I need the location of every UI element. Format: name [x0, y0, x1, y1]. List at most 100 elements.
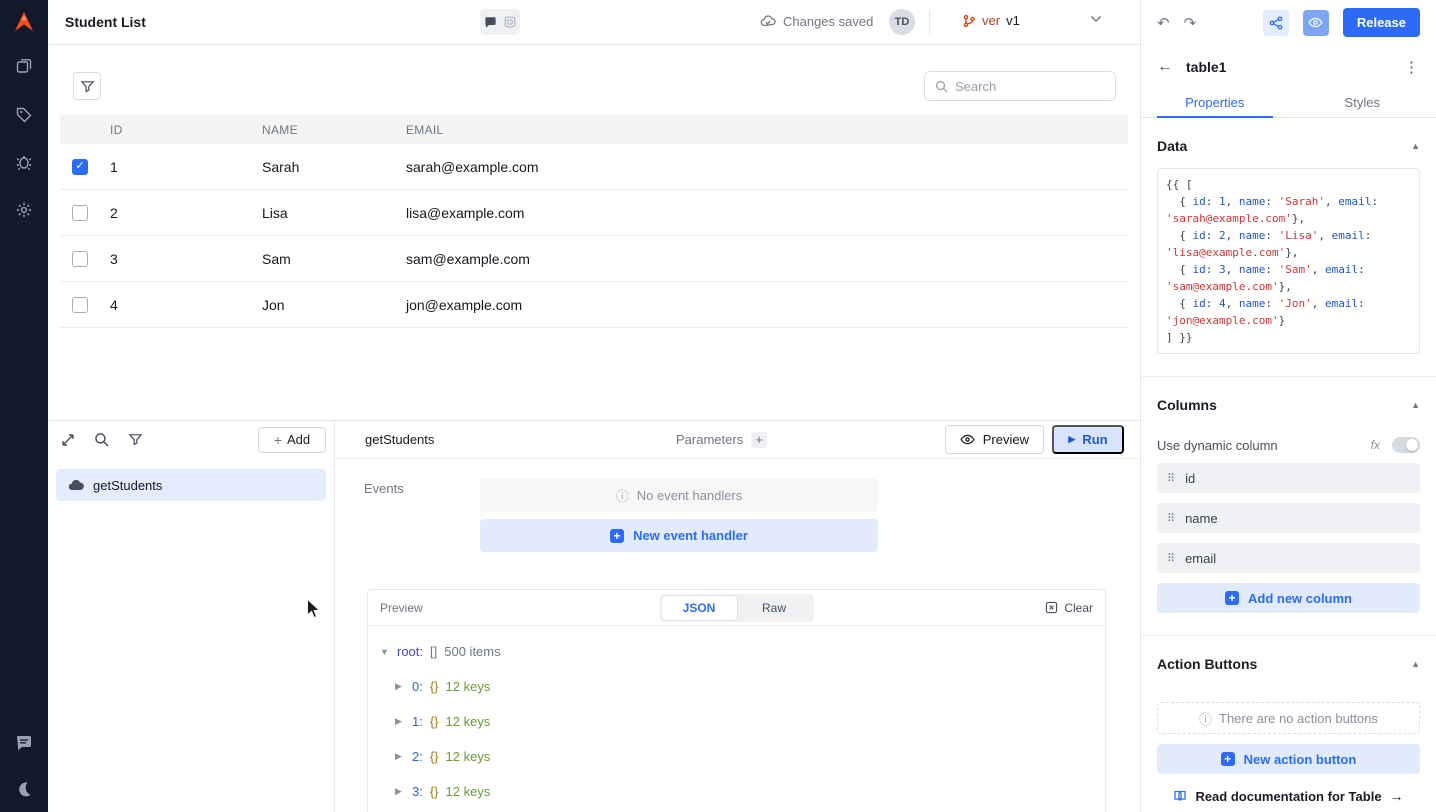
eye-icon: [960, 434, 975, 445]
actions-section-header[interactable]: Action Buttons ▲: [1157, 656, 1420, 672]
tree-node-count: 12 keys: [446, 784, 491, 799]
theme-moon-icon[interactable]: [15, 780, 33, 798]
user-avatar[interactable]: TD: [889, 9, 915, 35]
column-item[interactable]: ⠿ name: [1157, 503, 1420, 533]
column-item[interactable]: ⠿ email: [1157, 543, 1420, 573]
add-query-button[interactable]: + Add: [258, 427, 326, 453]
column-header-name[interactable]: NAME: [262, 123, 406, 137]
deploy-preview-button[interactable]: [1303, 10, 1329, 36]
table-filter-button[interactable]: [73, 72, 101, 100]
table-data-code-editor[interactable]: {{ [ { id: 1, name: 'Sarah', email:'sara…: [1157, 168, 1420, 354]
json-tree: ▼ root: [] 500 items ▶ 0: {}: [368, 626, 1105, 809]
undo-icon[interactable]: ↶: [1157, 14, 1170, 32]
version-selector[interactable]: ver v1: [962, 13, 1020, 28]
cell-email: jon@example.com: [406, 297, 1128, 313]
dynamic-column-toggle[interactable]: [1392, 437, 1420, 453]
add-parameter-button[interactable]: +: [751, 432, 767, 448]
new-action-button[interactable]: + New action button: [1157, 744, 1420, 774]
edit-mode-icon[interactable]: [504, 16, 516, 28]
json-tree-root[interactable]: ▼ root: [] 500 items: [380, 634, 1093, 669]
preview-button[interactable]: Preview: [945, 425, 1044, 454]
release-button[interactable]: Release: [1343, 8, 1420, 37]
events-label: Events: [364, 481, 404, 496]
collapse-icon[interactable]: ▲: [1411, 141, 1420, 151]
tree-open-icon[interactable]: ▼: [380, 647, 390, 657]
tree-closed-icon[interactable]: ▶: [395, 716, 405, 727]
add-new-column-button[interactable]: + Add new column: [1157, 583, 1420, 613]
help-chat-icon[interactable]: [15, 734, 33, 752]
tree-closed-icon[interactable]: ▶: [395, 681, 405, 692]
column-item[interactable]: ⠿ id: [1157, 463, 1420, 493]
back-icon[interactable]: ←: [1157, 58, 1173, 76]
parameters-label: Parameters: [676, 432, 743, 447]
read-documentation-label: Read documentation for Table: [1195, 789, 1381, 804]
table-row[interactable]: ✓ 1 Sarah sarah@example.com: [60, 144, 1128, 190]
json-tree-node[interactable]: ▶ 3: {} 12 keys: [380, 774, 1093, 809]
debug-icon[interactable]: [15, 153, 33, 171]
cell-id: 1: [110, 159, 262, 175]
tree-closed-icon[interactable]: ▶: [395, 786, 405, 797]
drag-handle-icon[interactable]: ⠿: [1167, 552, 1175, 565]
collapse-icon[interactable]: ▲: [1411, 400, 1420, 410]
no-action-buttons-pill: ⓘ There are no action buttons: [1157, 702, 1420, 734]
tree-node-count: 12 keys: [446, 749, 491, 764]
search-icon[interactable]: [94, 432, 110, 448]
settings-icon[interactable]: [15, 201, 33, 219]
row-checkbox[interactable]: ✓: [72, 251, 88, 267]
json-tree-node[interactable]: ▶ 1: {} 12 keys: [380, 704, 1093, 739]
js-toggle-icon[interactable]: fx: [1371, 438, 1380, 452]
query-list-item[interactable]: getStudents: [56, 469, 326, 501]
canvas-mode-toggle[interactable]: [480, 9, 520, 35]
play-icon: ▶: [1068, 434, 1075, 445]
redo-icon[interactable]: ↷: [1184, 14, 1197, 32]
tab-properties[interactable]: Properties: [1141, 88, 1289, 117]
columns-section-header[interactable]: Columns ▲: [1157, 397, 1420, 413]
table-row[interactable]: ✓ 4 Jon jon@example.com: [60, 282, 1128, 328]
collapse-icon[interactable]: ▲: [1411, 659, 1420, 669]
plus-icon: +: [610, 529, 624, 543]
query-list: getStudents: [48, 469, 334, 501]
filter-icon[interactable]: [128, 432, 144, 448]
more-options-icon[interactable]: ⋮: [1404, 58, 1420, 76]
datasources-icon[interactable]: [15, 105, 33, 123]
left-rail: [0, 0, 48, 812]
new-event-handler-button[interactable]: + New event handler: [480, 519, 878, 552]
widget-name[interactable]: table1: [1186, 59, 1226, 75]
row-checkbox[interactable]: ✓: [72, 297, 88, 313]
table-row[interactable]: ✓ 2 Lisa lisa@example.com: [60, 190, 1128, 236]
tab-raw[interactable]: Raw: [737, 596, 812, 620]
preview-section-label: Preview: [380, 601, 423, 615]
no-event-handlers-pill: ⓘ No event handlers: [480, 478, 878, 512]
preview-button-label: Preview: [983, 432, 1029, 447]
table-row[interactable]: ✓ 3 Sam sam@example.com: [60, 236, 1128, 282]
run-button[interactable]: ▶ Run: [1052, 425, 1124, 454]
share-button[interactable]: [1263, 10, 1289, 36]
clear-button[interactable]: Clear: [1045, 601, 1093, 615]
appsmith-logo-icon[interactable]: [11, 9, 37, 35]
tree-node-braces: {}: [430, 679, 439, 694]
search-input[interactable]: [955, 79, 1095, 94]
data-section-header[interactable]: Data ▲: [1157, 138, 1420, 154]
chevron-down-icon[interactable]: [1090, 15, 1102, 23]
tree-node-key: 2:: [412, 749, 423, 764]
drag-handle-icon[interactable]: ⠿: [1167, 472, 1175, 485]
tab-styles[interactable]: Styles: [1289, 88, 1436, 117]
tab-json[interactable]: JSON: [662, 596, 737, 620]
comment-mode-icon[interactable]: [484, 16, 497, 29]
column-header-id[interactable]: ID: [110, 123, 262, 137]
table-search-box[interactable]: [924, 71, 1116, 101]
read-documentation-link[interactable]: Read documentation for Table →: [1157, 788, 1420, 804]
tree-node-braces: {}: [430, 714, 439, 729]
cell-id: 3: [110, 251, 262, 267]
tree-closed-icon[interactable]: ▶: [395, 751, 405, 762]
json-tree-node[interactable]: ▶ 2: {} 12 keys: [380, 739, 1093, 774]
cell-name: Jon: [262, 297, 406, 313]
row-checkbox[interactable]: ✓: [72, 205, 88, 221]
pages-icon[interactable]: [15, 57, 33, 75]
column-header-email[interactable]: EMAIL: [406, 123, 1128, 137]
json-tree-node[interactable]: ▶ 0: {} 12 keys: [380, 669, 1093, 704]
row-checkbox[interactable]: ✓: [72, 159, 88, 175]
plus-icon: +: [274, 432, 282, 448]
swap-icon[interactable]: [60, 432, 76, 448]
drag-handle-icon[interactable]: ⠿: [1167, 512, 1175, 525]
